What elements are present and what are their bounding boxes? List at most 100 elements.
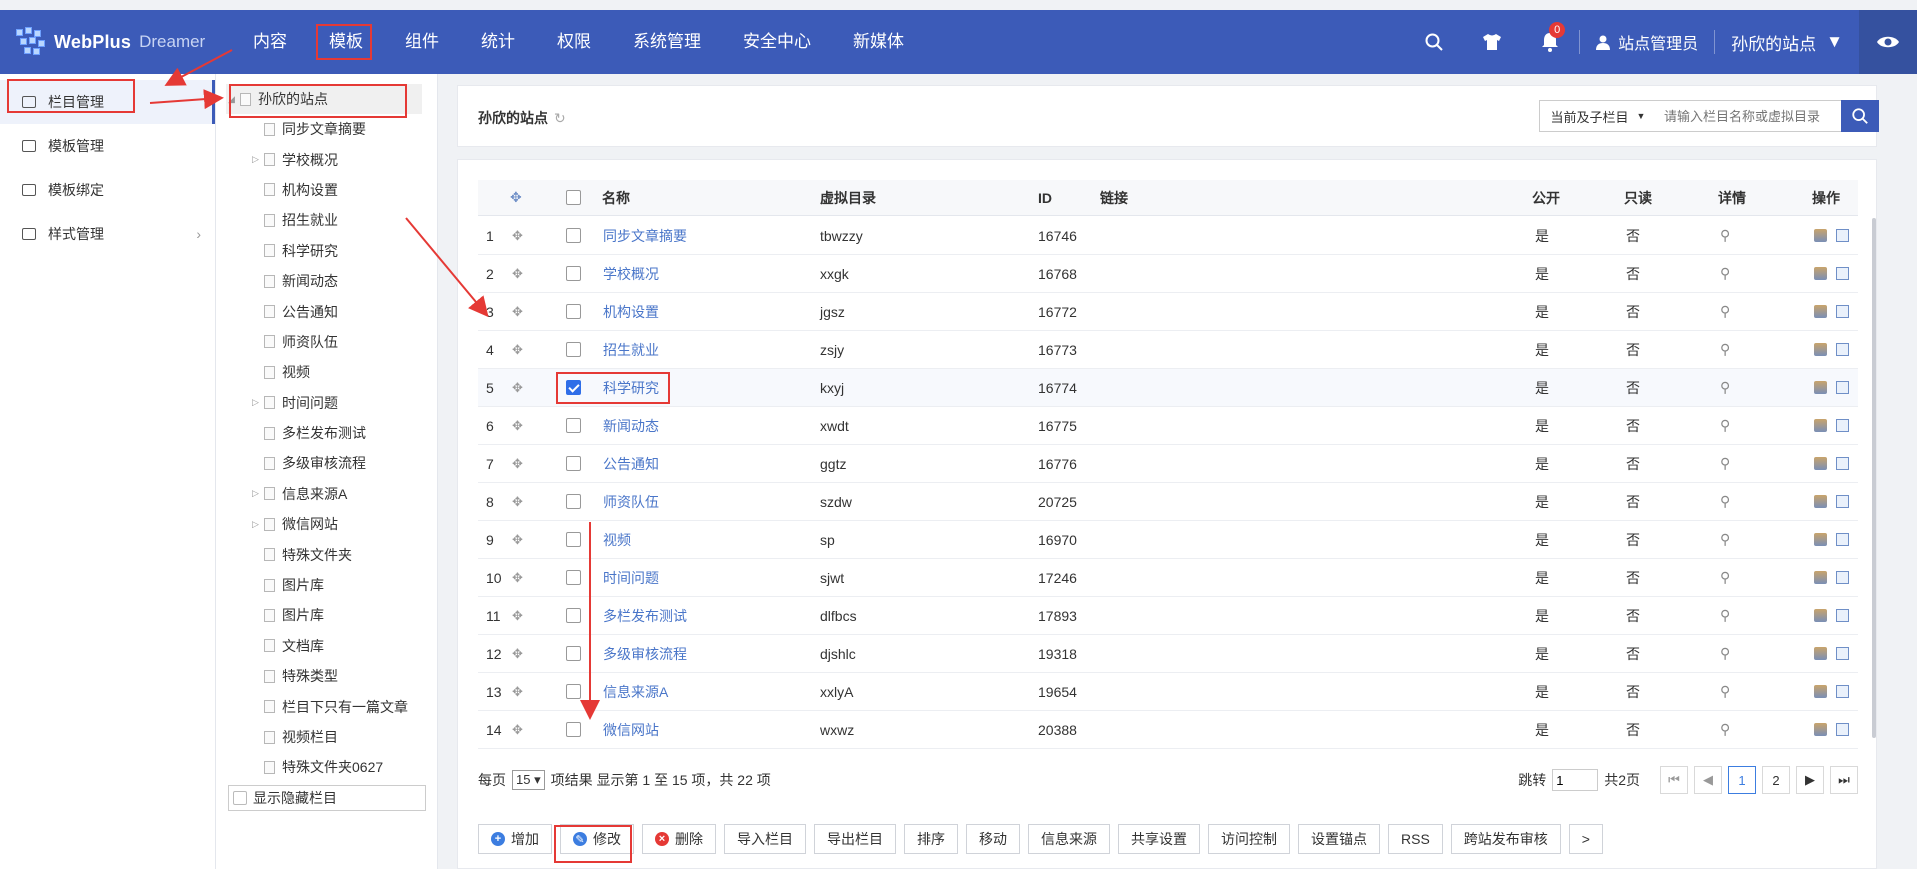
column-name-link[interactable]: 学校概况 <box>603 255 659 292</box>
search-button[interactable] <box>1841 100 1879 132</box>
edit-op-icon[interactable] <box>1814 343 1827 356</box>
drag-handle-icon[interactable]: ✥ <box>512 711 523 748</box>
notification-bell-icon[interactable]: 0 <box>1521 10 1579 74</box>
tree-node[interactable]: 图片库 <box>216 600 437 630</box>
toolbar-button-8[interactable]: 共享设置 <box>1118 824 1200 854</box>
tree-node[interactable]: ▷ 学校概况 <box>216 144 437 174</box>
column-name-link[interactable]: 同步文章摘要 <box>603 217 687 254</box>
doc-op-icon[interactable] <box>1836 533 1849 546</box>
row-checkbox[interactable] <box>566 266 581 281</box>
drag-handle-icon[interactable]: ✥ <box>512 369 523 406</box>
table-row[interactable]: 9 ✥ 视频 sp 16970 是 否 ⚲ <box>478 521 1858 559</box>
row-checkbox[interactable] <box>566 456 581 471</box>
edit-op-icon[interactable] <box>1814 457 1827 470</box>
drag-handle-icon[interactable]: ✥ <box>512 445 523 482</box>
nav-item-7[interactable]: 新媒体 <box>832 10 925 74</box>
table-row[interactable]: 8 ✥ 师资队伍 szdw 20725 是 否 ⚲ <box>478 483 1858 521</box>
table-row[interactable]: 3 ✥ 机构设置 jgsz 16772 是 否 ⚲ <box>478 293 1858 331</box>
col-name[interactable]: 名称 <box>602 180 630 215</box>
column-name-link[interactable]: 新闻动态 <box>603 407 659 444</box>
edit-op-icon[interactable] <box>1814 381 1827 394</box>
column-search-input[interactable] <box>1656 100 1842 132</box>
doc-op-icon[interactable] <box>1836 343 1849 356</box>
tree-node[interactable]: 科学研究 <box>216 236 437 266</box>
toolbar-button-7[interactable]: 信息来源 <box>1028 824 1110 854</box>
drag-handle-icon[interactable]: ✥ <box>512 673 523 710</box>
doc-op-icon[interactable] <box>1836 419 1849 432</box>
row-checkbox[interactable] <box>566 494 581 509</box>
column-name-link[interactable]: 多级审核流程 <box>603 635 687 672</box>
toolbar-button-6[interactable]: 移动 <box>966 824 1020 854</box>
page-2-button[interactable]: 2 <box>1762 766 1790 794</box>
toolbar-button-4[interactable]: 导出栏目 <box>814 824 896 854</box>
tree-node[interactable]: 多栏发布测试 <box>216 418 437 448</box>
nav-item-4[interactable]: 权限 <box>536 10 612 74</box>
table-row[interactable]: 13 ✥ 信息来源A xxlyA 19654 是 否 ⚲ <box>478 673 1858 711</box>
per-page-select[interactable]: 15 ▾ <box>512 770 545 790</box>
edit-op-icon[interactable] <box>1814 305 1827 318</box>
drag-handle-icon[interactable]: ✥ <box>512 483 523 520</box>
refresh-icon[interactable]: ↻ <box>554 110 566 126</box>
tree-expand-icon[interactable]: ▷ <box>252 154 259 165</box>
table-row[interactable]: 12 ✥ 多级审核流程 djshlc 19318 是 否 ⚲ <box>478 635 1858 673</box>
edit-op-icon[interactable] <box>1814 685 1827 698</box>
doc-op-icon[interactable] <box>1836 229 1849 242</box>
toolbar-button-0[interactable]: + 增加 <box>478 824 552 854</box>
doc-op-icon[interactable] <box>1836 305 1849 318</box>
toolbar-button-13[interactable]: > <box>1568 824 1603 854</box>
column-name-link[interactable]: 微信网站 <box>603 711 659 748</box>
edit-op-icon[interactable] <box>1814 267 1827 280</box>
row-checkbox[interactable] <box>566 304 581 319</box>
detail-magnifier-icon[interactable]: ⚲ <box>1720 407 1730 444</box>
tree-node[interactable]: 师资队伍 <box>216 327 437 357</box>
row-checkbox[interactable] <box>566 570 581 585</box>
doc-op-icon[interactable] <box>1836 571 1849 584</box>
toolbar-button-12[interactable]: 跨站发布审核 <box>1450 824 1561 854</box>
detail-magnifier-icon[interactable]: ⚲ <box>1720 255 1730 292</box>
theme-shirt-icon[interactable] <box>1463 10 1521 74</box>
drag-handle-icon[interactable]: ✥ <box>512 635 523 672</box>
tree-node[interactable]: 视频 <box>216 357 437 387</box>
tree-node[interactable]: 多级审核流程 <box>216 448 437 478</box>
column-name-link[interactable]: 信息来源A <box>603 673 668 710</box>
table-row[interactable]: 1 ✥ 同步文章摘要 tbwzzy 16746 是 否 ⚲ <box>478 217 1858 255</box>
doc-op-icon[interactable] <box>1836 647 1849 660</box>
nav-item-3[interactable]: 统计 <box>460 10 536 74</box>
doc-op-icon[interactable] <box>1836 457 1849 470</box>
tree-node[interactable]: 特殊文件夹0627 <box>216 752 437 782</box>
table-scrollbar[interactable] <box>1872 218 1876 738</box>
doc-op-icon[interactable] <box>1836 723 1849 736</box>
tree-node[interactable]: 机构设置 <box>216 175 437 205</box>
table-row[interactable]: 10 ✥ 时间问题 sjwt 17246 是 否 ⚲ <box>478 559 1858 597</box>
doc-op-icon[interactable] <box>1836 495 1849 508</box>
doc-op-icon[interactable] <box>1836 381 1849 394</box>
column-name-link[interactable]: 机构设置 <box>603 293 659 330</box>
edit-op-icon[interactable] <box>1814 495 1827 508</box>
table-row[interactable]: 4 ✥ 招生就业 zsjy 16773 是 否 ⚲ <box>478 331 1858 369</box>
edit-op-icon[interactable] <box>1814 533 1827 546</box>
tree-node[interactable]: 公告通知 <box>216 296 437 326</box>
drag-handle-icon[interactable]: ✥ <box>512 217 523 254</box>
tree-node[interactable]: ▷ 微信网站 <box>216 509 437 539</box>
doc-op-icon[interactable] <box>1836 685 1849 698</box>
column-name-link[interactable]: 公告通知 <box>603 445 659 482</box>
jump-page-input[interactable] <box>1552 769 1599 791</box>
toolbar-button-5[interactable]: 排序 <box>904 824 958 854</box>
doc-op-icon[interactable] <box>1836 267 1849 280</box>
first-page-button[interactable]: ⏮ <box>1660 766 1688 794</box>
edit-op-icon[interactable] <box>1814 419 1827 432</box>
drag-handle-icon[interactable]: ✥ <box>512 255 523 292</box>
drag-handle-icon[interactable]: ✥ <box>512 331 523 368</box>
detail-magnifier-icon[interactable]: ⚲ <box>1720 369 1730 406</box>
user-menu[interactable]: 站点管理员 <box>1579 30 1714 54</box>
tree-node[interactable]: 视频栏目 <box>216 722 437 752</box>
column-name-link[interactable]: 视频 <box>603 521 631 558</box>
show-hidden-columns-toggle[interactable]: 显示隐藏栏目 <box>228 785 426 811</box>
table-row[interactable]: 11 ✥ 多栏发布测试 dlfbcs 17893 是 否 ⚲ <box>478 597 1858 635</box>
row-checkbox[interactable] <box>566 684 581 699</box>
edit-op-icon[interactable] <box>1814 609 1827 622</box>
tree-node[interactable]: 招生就业 <box>216 205 437 235</box>
search-icon[interactable] <box>1405 10 1463 74</box>
detail-magnifier-icon[interactable]: ⚲ <box>1720 293 1730 330</box>
table-row[interactable]: 2 ✥ 学校概况 xxgk 16768 是 否 ⚲ <box>478 255 1858 293</box>
